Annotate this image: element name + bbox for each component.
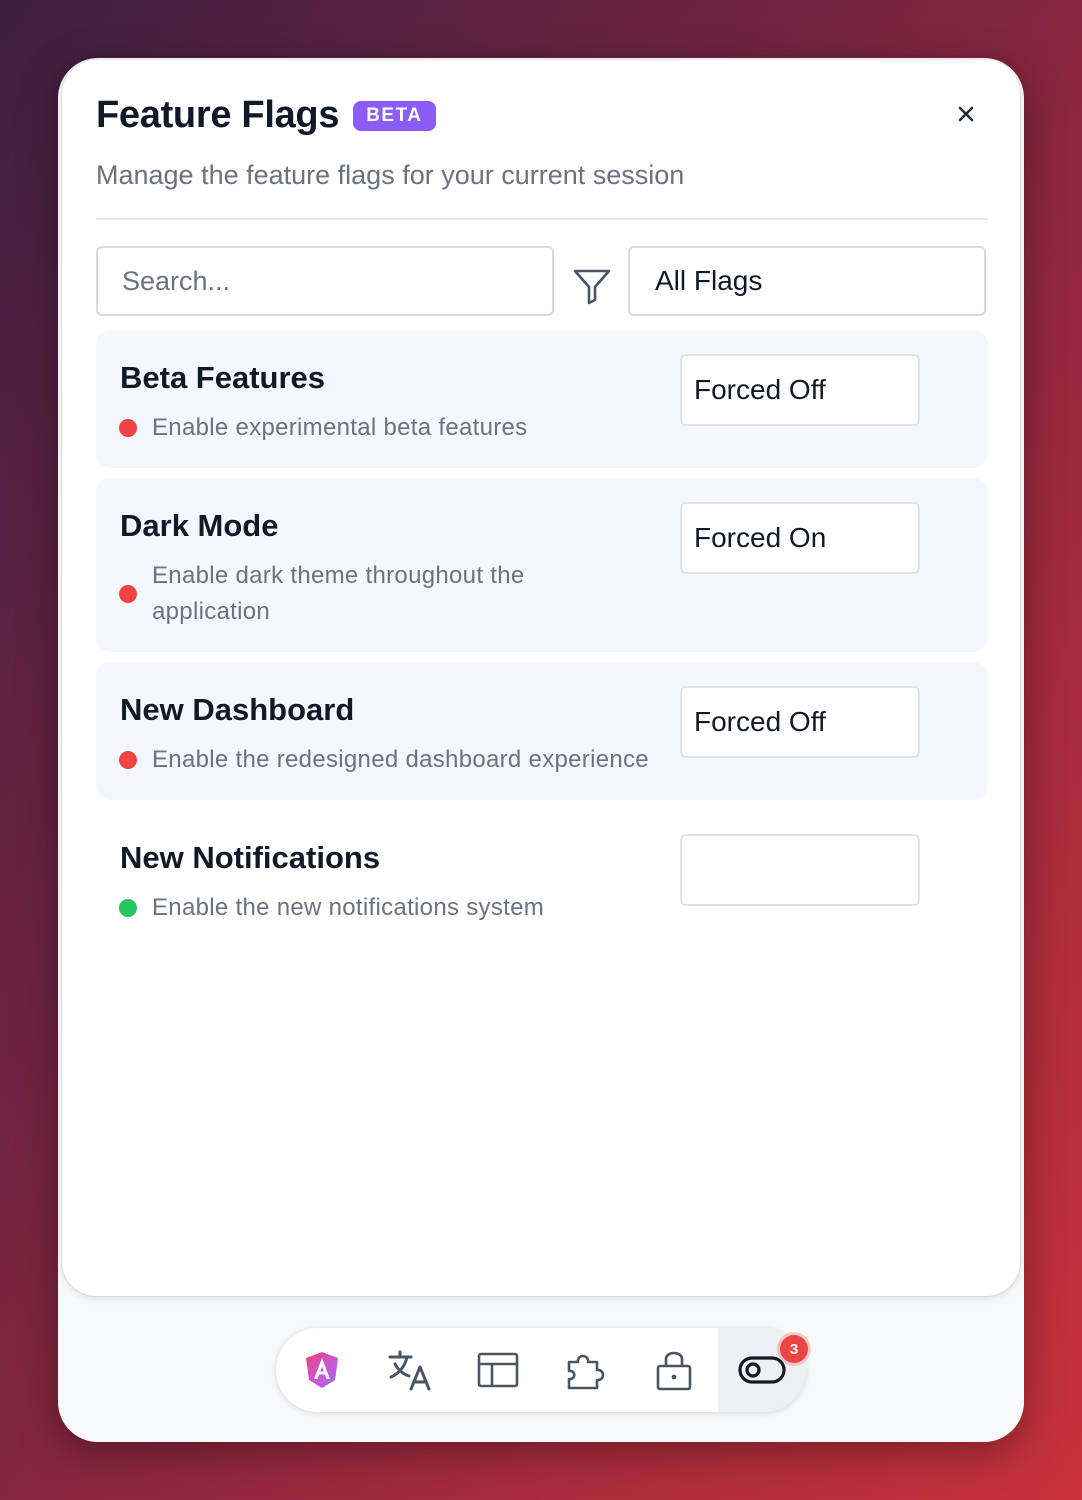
flag-description: Enable the redesigned dashboard experien…: [152, 746, 649, 773]
toggle-icon: [738, 1356, 786, 1384]
layout-icon: [477, 1352, 519, 1388]
flag-override-select[interactable]: Forced Off: [680, 686, 920, 758]
puzzle-icon: [567, 1354, 605, 1390]
divider: [96, 218, 988, 220]
status-dot: [119, 751, 137, 769]
flag-description: Enable experimental beta features: [152, 414, 528, 441]
feature-flags-panel: Feature Flags BETA Manage the feature fl…: [62, 60, 1020, 1296]
flag-override-value: Forced On: [694, 522, 827, 553]
page-title: Feature Flags: [96, 94, 340, 136]
dock-angular-button[interactable]: [278, 1328, 366, 1412]
flag-override-select[interactable]: Forced On: [680, 502, 920, 574]
flag-filter-value: All Flags: [655, 265, 763, 296]
close-icon: [958, 106, 974, 122]
flag-override-select[interactable]: Forced Off: [680, 354, 920, 426]
dock-plugins-button[interactable]: [542, 1328, 630, 1412]
flag-override-value: Forced Off: [694, 706, 826, 737]
beta-badge: BETA: [353, 100, 436, 131]
dock-translate-button[interactable]: [366, 1328, 454, 1412]
status-dot: [119, 899, 137, 917]
filter-icon[interactable]: [572, 266, 612, 306]
flag-card-new-dashboard: New Dashboard Enable the redesigned dash…: [96, 662, 988, 800]
flag-name: Beta Features: [120, 360, 326, 395]
translate-icon: [388, 1350, 431, 1391]
flag-description: Enable the new notifications system: [152, 894, 545, 921]
flag-description-line: application: [152, 598, 271, 625]
flag-card-dark-mode: Dark Mode Enable dark theme throughout t…: [96, 478, 988, 652]
flag-card-beta-features: Beta Features Enable experimental beta f…: [96, 330, 988, 468]
flag-override-value: Forced Off: [694, 374, 826, 405]
close-button[interactable]: [954, 102, 978, 126]
flag-description: Enable dark theme throughout the applica…: [152, 558, 525, 630]
flag-name: Dark Mode: [120, 508, 279, 543]
flag-filter-select[interactable]: All Flags: [628, 246, 986, 316]
flag-name: New Dashboard: [120, 692, 355, 727]
angular-logo-icon: [306, 1352, 338, 1388]
lock-icon: [656, 1351, 692, 1391]
flag-description-line: Enable dark theme throughout the: [152, 562, 525, 589]
flag-card-new-notifications: New Notifications Enable the new notific…: [96, 810, 988, 948]
search-input[interactable]: [96, 246, 554, 316]
flag-override-select[interactable]: [680, 834, 920, 906]
notification-count-badge: 3: [780, 1335, 808, 1363]
page-subtitle: Manage the feature flags for your curren…: [96, 160, 685, 190]
status-dot: [119, 419, 137, 437]
flag-name: New Notifications: [120, 840, 381, 875]
dock-security-button[interactable]: [630, 1328, 718, 1412]
dock-layout-button[interactable]: [454, 1328, 542, 1412]
devtools-dock: [276, 1328, 806, 1412]
title-row: Feature Flags BETA: [96, 94, 436, 137]
status-dot: [119, 585, 137, 603]
